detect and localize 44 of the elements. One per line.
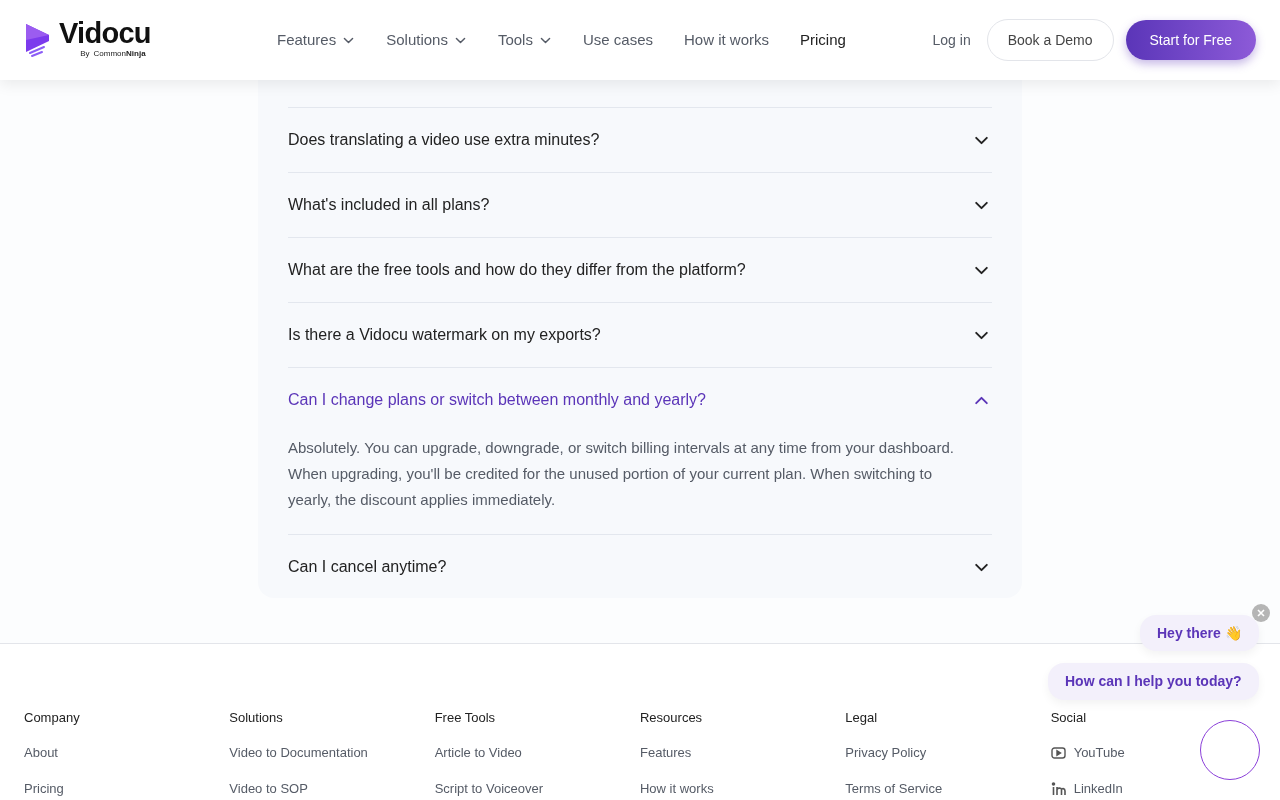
chat-prompt-bubble: How can I help you today? — [1048, 663, 1259, 700]
footer-heading: Solutions — [229, 710, 284, 726]
byline-brand: CommonNinja — [93, 49, 146, 59]
footer-link[interactable]: Features — [640, 745, 692, 761]
faq-question[interactable]: What's included in all plans? — [288, 173, 992, 237]
chat-greeting-bubble: Hey there 👋 — [1140, 615, 1259, 651]
faq-question[interactable]: What are the free tools and how do they differ from the platform? — [288, 238, 992, 302]
linkedin-icon — [1050, 782, 1066, 796]
faq-answer: Absolutely. You can upgrade, downgrade, or switch billing intervals at any time from your dashboard. When upgrading, you'll be credited for the unused portion of your current plan. When switching to yearly, the discount applies immediately. — [288, 438, 955, 510]
byline-label: By — [80, 49, 90, 59]
login-link[interactable]: Log in — [932, 29, 971, 51]
footer-link[interactable]: YouTube — [1050, 745, 1125, 761]
faq-question[interactable]: Is there a Vidocu watermark on my exports? — [288, 303, 992, 367]
play-icon — [1050, 747, 1066, 759]
nav-link[interactable]: Use cases — [582, 28, 653, 52]
footer-heading: Resources — [640, 710, 704, 726]
logo-wordmark: Vidocu — [59, 17, 151, 49]
footer-link[interactable]: LinkedIn — [1050, 781, 1123, 797]
footer-heading: Social — [1050, 710, 1088, 726]
close-icon — [1257, 609, 1265, 617]
footer-heading: Company — [24, 710, 81, 726]
footer-link[interactable]: Video to SOP — [229, 781, 308, 797]
nav-link[interactable]: Pricing — [800, 28, 846, 52]
footer-heading: Legal — [845, 710, 879, 726]
close-button[interactable] — [1252, 604, 1270, 622]
faq-question[interactable]: Does translating a video use extra minutes? — [288, 108, 992, 172]
faq-question[interactable]: Can I cancel anytime? — [288, 535, 992, 599]
footer-link[interactable]: Terms of Service — [845, 781, 943, 797]
nav-link[interactable]: Features — [277, 28, 356, 52]
start-free-button[interactable]: Start for Free — [1125, 20, 1256, 60]
footer-heading: Free Tools — [434, 710, 497, 726]
footer-link[interactable]: Article to Video — [434, 745, 522, 761]
book-demo-button[interactable]: Book a Demo — [986, 19, 1114, 61]
nav-link[interactable]: Solutions — [386, 28, 467, 52]
footer-link[interactable]: How it works — [640, 781, 714, 797]
footer-link[interactable]: Script to Voiceover — [434, 781, 544, 797]
faq-question[interactable]: Can I change plans or switch between monthly and yearly? — [288, 368, 992, 432]
footer-link[interactable]: About — [24, 745, 58, 761]
nav-link[interactable]: How it works — [684, 28, 769, 52]
footer-link[interactable]: Video to Documentation — [229, 745, 368, 761]
nav-link[interactable]: Tools — [497, 28, 552, 52]
footer-link[interactable]: Pricing — [24, 781, 64, 797]
logo-icon — [24, 22, 51, 58]
footer-link[interactable]: Privacy Policy — [845, 745, 927, 761]
